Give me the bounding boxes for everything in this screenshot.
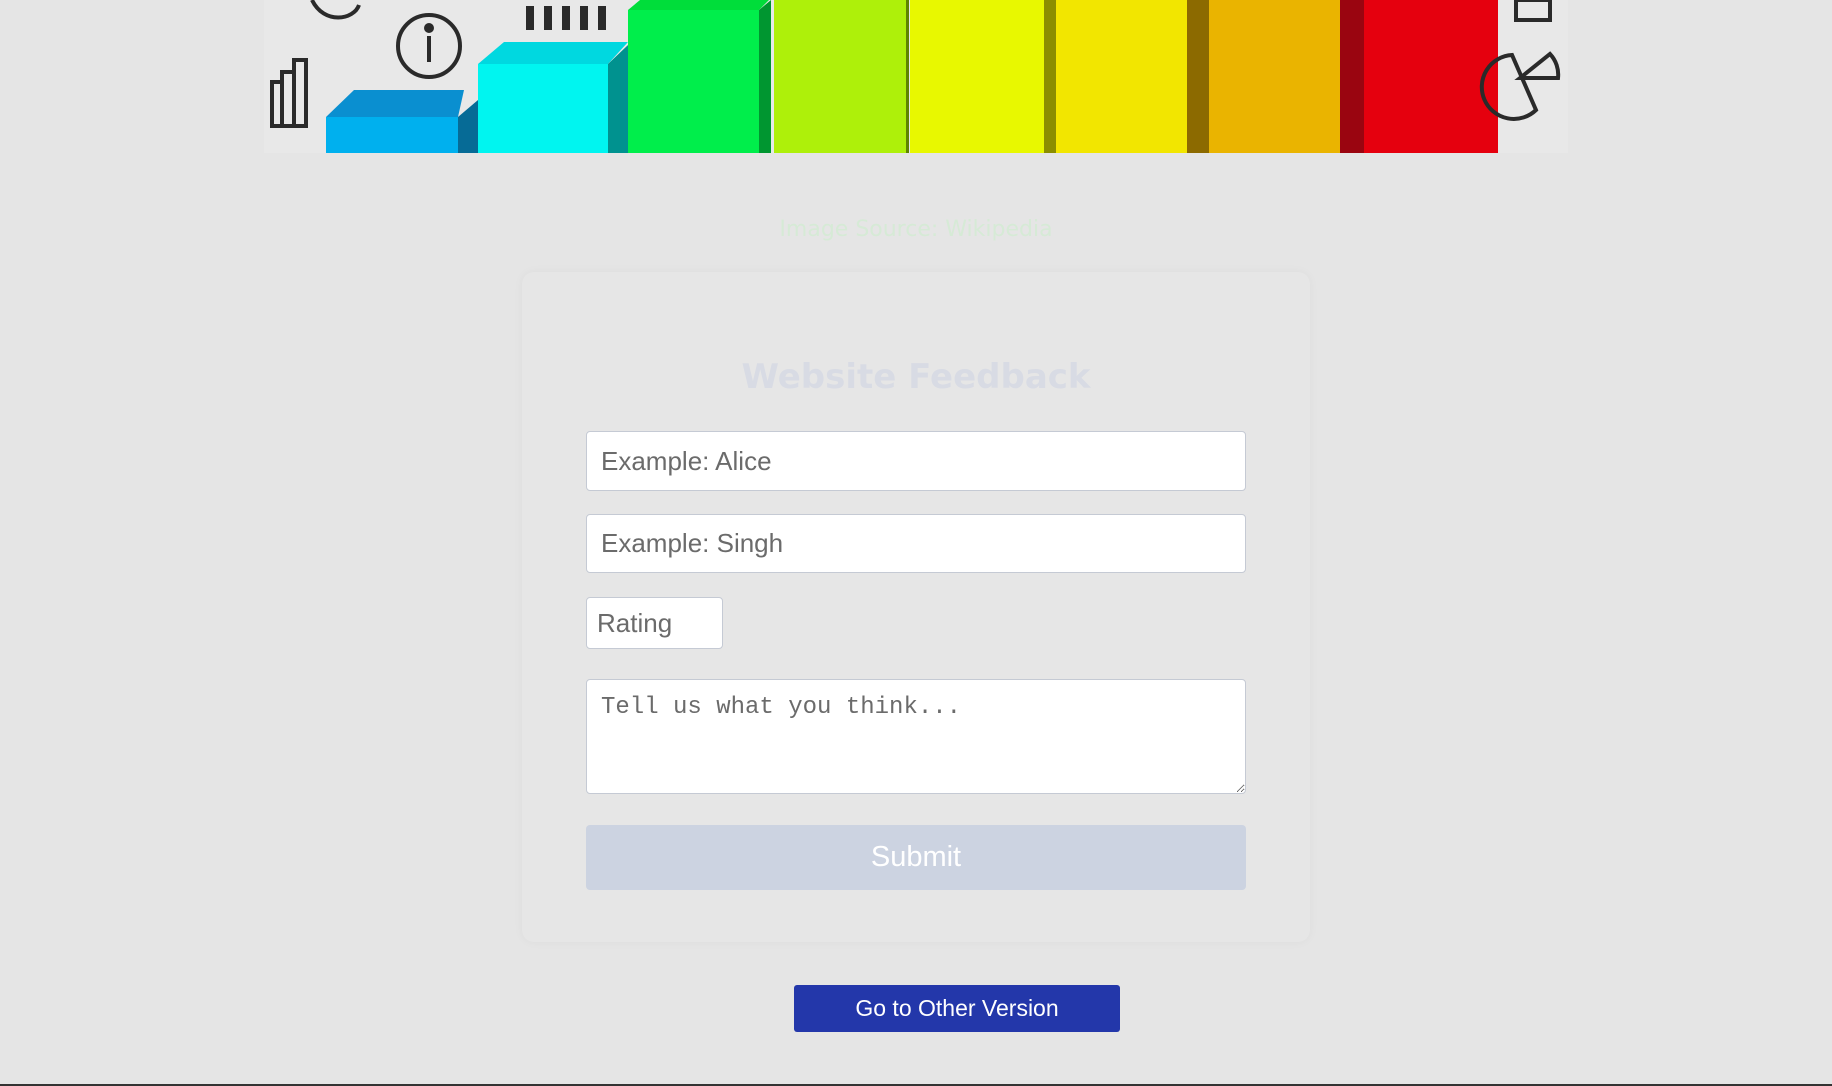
banner-image	[264, 0, 1568, 153]
submit-button[interactable]: Submit	[586, 825, 1246, 890]
go-to-other-version-button[interactable]: Go to Other Version	[794, 985, 1120, 1032]
comments-textarea[interactable]	[586, 679, 1246, 794]
banner-bars-graphic	[264, 0, 1568, 153]
first-name-input[interactable]	[586, 431, 1246, 491]
form-title: Website Feedback	[741, 357, 1091, 397]
image-source-caption: Image Source: Wikipedia	[779, 217, 1053, 242]
rating-input[interactable]	[586, 597, 723, 649]
last-name-input[interactable]	[586, 514, 1246, 573]
